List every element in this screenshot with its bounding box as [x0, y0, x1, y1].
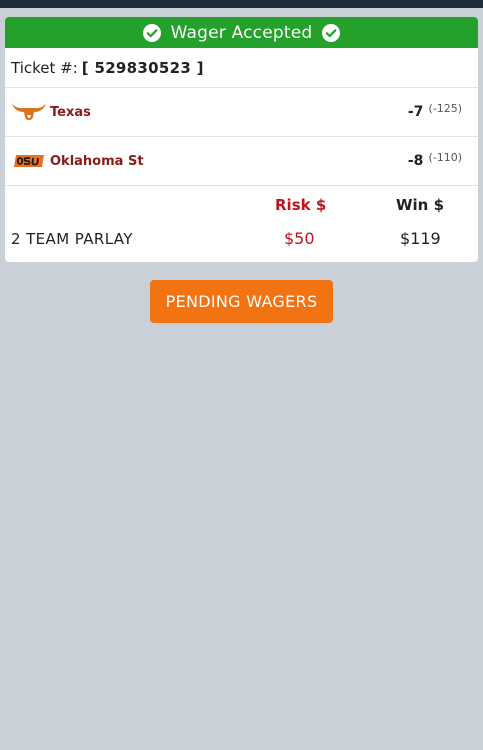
win-label: Win $: [396, 196, 445, 214]
spread-value: -8: [407, 153, 424, 169]
osu-logo-icon: [11, 150, 47, 172]
odds-value: (-125): [428, 102, 462, 115]
parlay-type: 2 TEAM PARLAY: [11, 230, 133, 248]
top-bar: [0, 0, 483, 8]
parlay-row: 2 TEAM PARLAY $50 $119: [5, 226, 478, 258]
ticket-label: Ticket #:: [11, 58, 78, 77]
ticket-number: [ 529830523 ]: [81, 58, 204, 77]
banner-title: Wager Accepted: [170, 22, 313, 43]
wager-confirmation-card: Wager Accepted Ticket #: [ 529830523 ] T…: [5, 17, 478, 262]
team-name: Oklahoma St: [50, 153, 144, 169]
risk-label: Risk $: [275, 196, 327, 214]
risk-value: $50: [284, 229, 315, 248]
wager-accepted-banner: Wager Accepted: [5, 17, 478, 48]
pending-wagers-button[interactable]: PENDING WAGERS: [150, 280, 333, 323]
longhorn-logo-icon: [11, 101, 47, 123]
team-line: -8 (-110): [407, 151, 462, 169]
odds-value: (-110): [428, 151, 462, 164]
spread-value: -7: [407, 104, 424, 120]
check-circle-icon: [322, 23, 341, 42]
win-value: $119: [400, 229, 441, 248]
ticket-row: Ticket #: [ 529830523 ]: [5, 48, 478, 88]
parlay-header: Risk $ Win $: [5, 186, 478, 226]
team-name: Texas: [50, 104, 91, 120]
team-row-texas: Texas -7 (-125): [5, 88, 478, 137]
team-line: -7 (-125): [407, 102, 462, 120]
check-circle-icon: [142, 23, 161, 42]
team-row-oklahoma-st: Oklahoma St -8 (-110): [5, 137, 478, 186]
